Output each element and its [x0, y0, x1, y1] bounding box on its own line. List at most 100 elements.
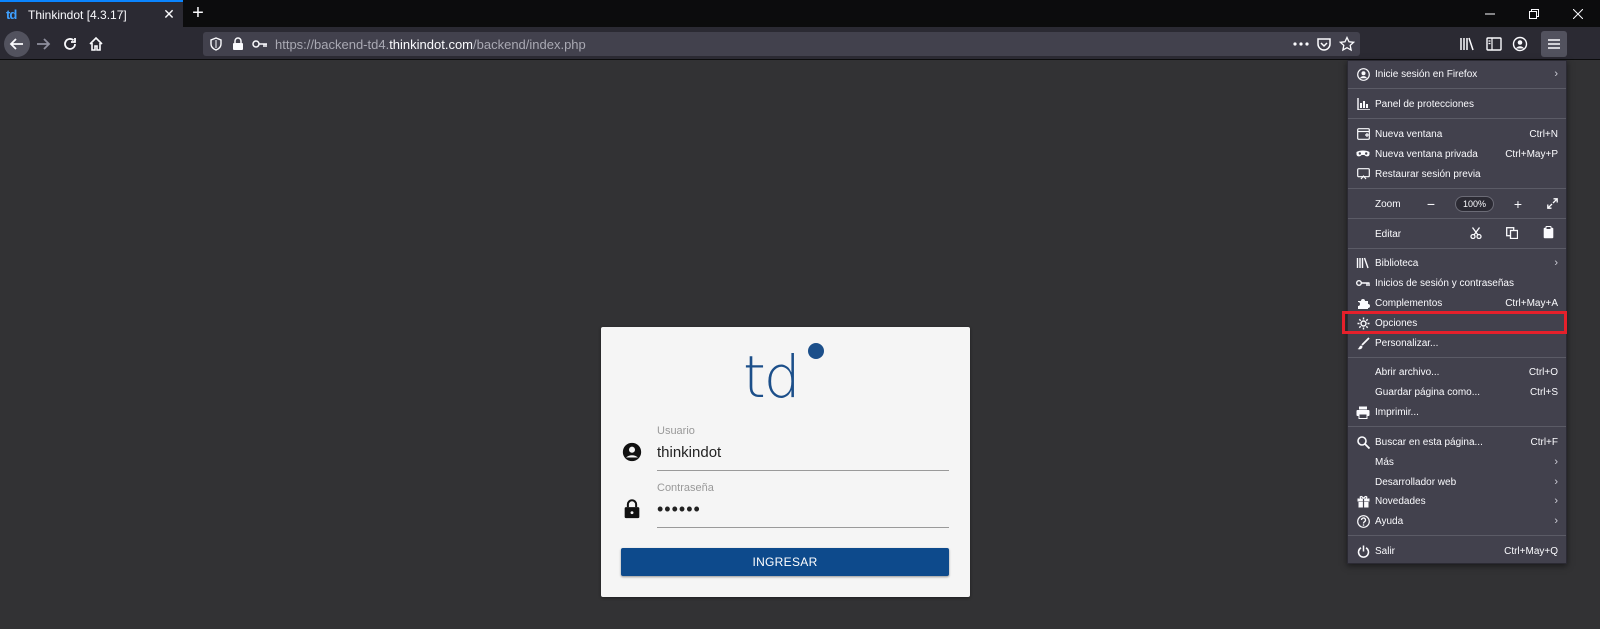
menu-separator	[1348, 88, 1566, 89]
mask-icon	[1351, 150, 1375, 158]
star-icon	[1339, 36, 1355, 52]
new-window-icon	[1351, 128, 1375, 140]
reload-button[interactable]	[57, 31, 83, 57]
bookmark-star-button[interactable]	[1334, 31, 1360, 57]
chevron-right-icon: ›	[1554, 495, 1558, 507]
menu-item-zoom: Zoom − 100% +	[1348, 193, 1566, 215]
close-window-button[interactable]	[1556, 0, 1600, 27]
paintbrush-icon	[1351, 336, 1375, 350]
arrow-left-icon	[9, 38, 23, 50]
gift-icon	[1351, 495, 1375, 508]
menu-item-customize[interactable]: Personalizar...	[1348, 333, 1566, 353]
chevron-right-icon: ›	[1554, 68, 1558, 80]
scissors-icon	[1470, 227, 1482, 240]
menu-item-edit: Editar	[1348, 223, 1566, 245]
username-underline	[657, 470, 949, 471]
back-button[interactable]	[4, 31, 30, 57]
menu-separator	[1348, 535, 1566, 536]
copy-button[interactable]	[1498, 226, 1526, 242]
key-icon	[1351, 279, 1375, 287]
restore-button[interactable]	[1512, 0, 1556, 27]
account-icon	[1512, 36, 1528, 52]
menu-item-whats-new[interactable]: Novedades ›	[1348, 491, 1566, 511]
menu-item-find[interactable]: Buscar en esta página... Ctrl+F	[1348, 432, 1566, 452]
logo-text: td	[743, 343, 801, 411]
login-submit-button[interactable]: INGRESAR	[621, 548, 949, 576]
username-label: Usuario	[657, 425, 695, 437]
menu-item-signin[interactable]: Inicie sesión en Firefox ›	[1348, 64, 1566, 84]
tab-strip: td Thinkindot [4.3.17] ✕ +	[0, 0, 1600, 27]
tab-thinkindot[interactable]: td Thinkindot [4.3.17] ✕	[0, 0, 183, 27]
copy-icon	[1506, 227, 1519, 240]
options-highlight-box	[1342, 311, 1567, 334]
home-button[interactable]	[83, 31, 109, 57]
close-tab-icon[interactable]: ✕	[161, 6, 177, 22]
menu-item-quit[interactable]: Salir Ctrl+May+Q	[1348, 541, 1566, 561]
pocket-icon	[1317, 38, 1331, 51]
password-input[interactable]: ••••••	[657, 498, 949, 520]
menu-item-protections[interactable]: Panel de protecciones	[1348, 94, 1566, 114]
sidebar-icon	[1486, 37, 1502, 51]
username-input[interactable]	[657, 441, 949, 463]
menu-item-private-window[interactable]: Nueva ventana privada Ctrl+May+P	[1348, 144, 1566, 164]
close-icon	[1573, 8, 1583, 19]
tab-title: Thinkindot [4.3.17]	[28, 7, 127, 22]
zoom-in-button[interactable]: +	[1504, 196, 1532, 212]
library-button[interactable]	[1454, 31, 1480, 57]
help-circle-icon	[1351, 514, 1375, 528]
menu-item-logins[interactable]: Inicios de sesión y contraseñas	[1348, 273, 1566, 293]
url-text[interactable]: https://backend-td4.thinkindot.com/backe…	[275, 37, 586, 52]
chart-bars-icon	[1351, 98, 1375, 110]
restore-session-icon	[1351, 168, 1375, 180]
home-icon	[89, 36, 103, 51]
shield-icon[interactable]	[207, 35, 225, 53]
menu-separator	[1348, 118, 1566, 119]
paste-button[interactable]	[1534, 226, 1562, 242]
menu-separator	[1348, 248, 1566, 249]
chevron-right-icon: ›	[1554, 456, 1558, 468]
menu-item-open-file[interactable]: Abrir archivo... Ctrl+O	[1348, 362, 1566, 382]
menu-item-print[interactable]: Imprimir...	[1348, 402, 1566, 422]
zoom-reset-button[interactable]: 100%	[1454, 196, 1494, 212]
minimize-button[interactable]	[1468, 0, 1512, 27]
menu-item-web-developer[interactable]: Desarrollador web ›	[1348, 472, 1566, 492]
menu-item-more[interactable]: Más ›	[1348, 452, 1566, 472]
sidebar-button[interactable]	[1481, 31, 1507, 57]
menu-separator	[1348, 218, 1566, 219]
menu-item-save-page[interactable]: Guardar página como... Ctrl+S	[1348, 382, 1566, 402]
thinkindot-favicon-icon: td	[6, 6, 17, 22]
lock-icon	[624, 499, 640, 519]
navigation-toolbar: https://backend-td4.thinkindot.com/backe…	[0, 27, 1600, 60]
minimize-icon	[1485, 13, 1495, 14]
zoom-out-button[interactable]: −	[1417, 196, 1445, 212]
forward-button[interactable]	[30, 31, 56, 57]
library-icon	[1460, 37, 1474, 51]
ellipsis-icon	[1293, 42, 1309, 46]
arrow-right-icon	[37, 38, 51, 50]
printer-icon	[1351, 406, 1375, 419]
thinkindot-logo: td	[743, 343, 833, 409]
chevron-right-icon: ›	[1554, 515, 1558, 527]
chevron-right-icon: ›	[1554, 257, 1558, 269]
app-menu-button[interactable]	[1541, 31, 1567, 57]
url-bar[interactable]: https://backend-td4.thinkindot.com/backe…	[203, 32, 1360, 56]
search-icon	[1351, 435, 1375, 449]
password-label: Contraseña	[657, 482, 714, 494]
menu-item-library[interactable]: Biblioteca ›	[1348, 253, 1566, 273]
menu-item-help[interactable]: Ayuda ›	[1348, 511, 1566, 531]
menu-item-new-window[interactable]: Nueva ventana Ctrl+N	[1348, 124, 1566, 144]
fullscreen-button[interactable]	[1538, 196, 1566, 212]
chevron-right-icon: ›	[1554, 476, 1558, 488]
cut-button[interactable]	[1462, 226, 1490, 242]
password-underline	[657, 527, 949, 528]
puzzle-piece-icon	[1351, 297, 1375, 310]
new-tab-button[interactable]: +	[188, 2, 208, 24]
lock-icon[interactable]	[229, 35, 247, 53]
account-circle-icon	[622, 442, 642, 462]
account-button[interactable]	[1507, 31, 1533, 57]
key-icon[interactable]	[251, 35, 269, 53]
password-field: Contraseña ••••••	[621, 482, 949, 528]
menu-item-restore-session[interactable]: Restaurar sesión previa	[1348, 164, 1566, 184]
reload-icon	[64, 38, 76, 50]
menu-item-addons[interactable]: Complementos Ctrl+May+A	[1348, 293, 1566, 313]
